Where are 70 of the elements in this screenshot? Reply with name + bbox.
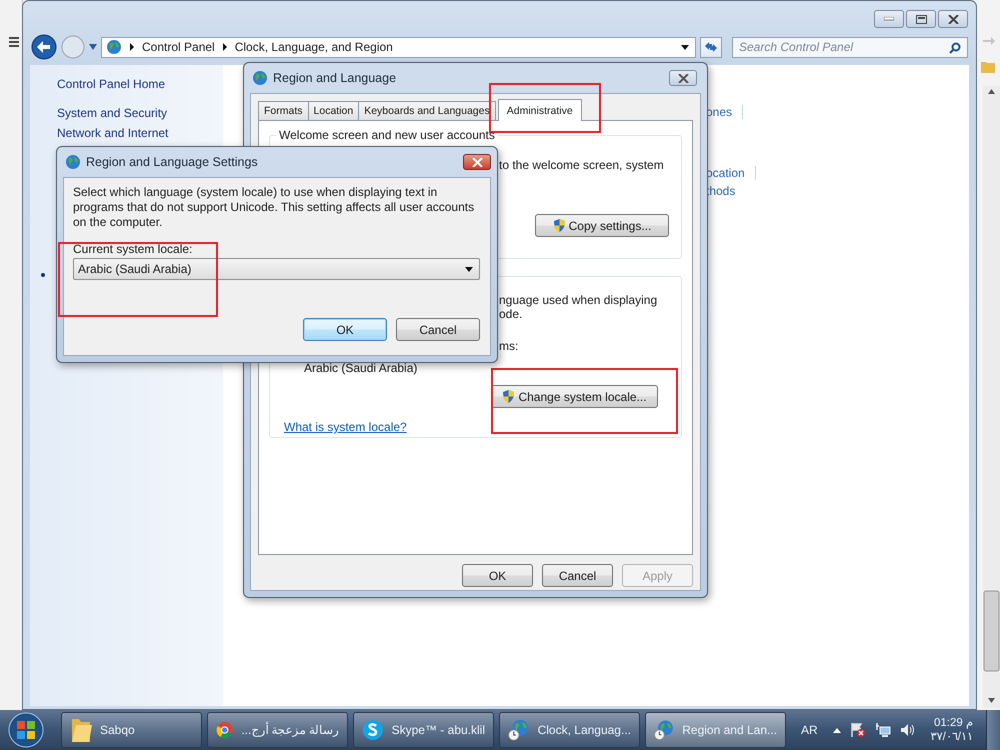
taskbar-button[interactable]: Sabqo — [61, 712, 202, 748]
menu-icon[interactable] — [9, 37, 19, 47]
close-icon — [678, 74, 688, 82]
dialog-button[interactable]: OK — [462, 564, 533, 587]
maximize-button[interactable] — [906, 10, 936, 28]
search-field[interactable]: Search Control Panel — [732, 36, 968, 58]
scrollbar-drawing[interactable] — [983, 86, 1000, 708]
dialog-button[interactable]: Cancel — [396, 318, 480, 341]
group-text: to the welcome screen, system — [499, 158, 665, 172]
group-title: Welcome screen and new user accounts — [276, 128, 498, 142]
taskbar-button[interactable]: Clock, Languag... — [499, 712, 640, 748]
caret-icon — [681, 44, 689, 50]
maximize-icon — [916, 14, 926, 24]
tab[interactable]: Location — [308, 101, 360, 120]
group-text: nguage used when displaying — [499, 293, 658, 307]
help-link[interactable]: What is system locale? — [284, 420, 407, 434]
speaker-icon[interactable] — [900, 722, 916, 738]
skype-icon — [362, 717, 384, 743]
caret-icon — [465, 266, 473, 272]
sidebar-link[interactable]: System and Security — [57, 103, 223, 123]
tab[interactable]: Formats — [258, 101, 309, 120]
dialog-title: Region and Language Settings — [86, 155, 258, 169]
close-button[interactable] — [463, 154, 491, 170]
field-label: Current system locale: — [73, 242, 194, 256]
chevron-icon — [129, 43, 135, 51]
control-panel-icon — [106, 39, 122, 55]
search-icon[interactable] — [949, 42, 961, 54]
shield-icon — [502, 389, 516, 404]
locale-value: Arabic (Saudi Arabia) — [304, 361, 418, 375]
globe-icon — [252, 70, 268, 86]
close-icon — [472, 158, 482, 166]
dialog-button[interactable]: OK — [303, 318, 387, 341]
back-button[interactable] — [31, 34, 57, 60]
globe-icon — [65, 154, 81, 170]
minimize-icon — [884, 17, 894, 21]
list-bullet — [41, 273, 45, 277]
chevron-icon — [222, 43, 228, 51]
sidebar-link[interactable]: Control Panel Home — [57, 74, 223, 94]
locale-dropdown[interactable]: Arabic (Saudi Arabia) — [73, 258, 480, 280]
close-icon — [948, 14, 958, 24]
close-button[interactable] — [669, 70, 697, 86]
clock-time[interactable]: 01:29 م — [934, 716, 973, 730]
tab[interactable]: Keyboards and Languages — [358, 101, 496, 120]
history-caret-icon[interactable] — [89, 44, 97, 50]
network-icon[interactable] — [874, 722, 891, 738]
breadcrumb-item[interactable]: Clock, Language, and Region — [234, 40, 393, 54]
refresh-icon — [704, 41, 718, 53]
dialog-button[interactable]: Cancel — [542, 564, 613, 587]
copy-settings-button[interactable]: Copy settings... — [535, 214, 669, 237]
close-button[interactable] — [938, 10, 968, 28]
flag-icon[interactable] — [850, 722, 866, 738]
refresh-button[interactable] — [700, 36, 722, 58]
taskbar-button[interactable]: رسالة مزعجة أرج... — [207, 712, 348, 748]
group-text: ode. — [499, 307, 524, 321]
breadcrumb-item[interactable]: Control Panel — [142, 40, 215, 54]
minimize-button[interactable] — [874, 10, 904, 28]
dialog-title: Region and Language — [273, 71, 396, 85]
change-locale-button[interactable]: Change system locale... — [491, 385, 658, 408]
description-text: Select which language (system locale) to use when displaying text in programs that do not support Unicode. This setting affects all user accounts on the computer. — [73, 185, 476, 230]
address-bar[interactable]: Control Panel Clock, Language, and Region — [101, 36, 696, 58]
tray-caret-icon[interactable] — [832, 728, 841, 732]
sidebar-link[interactable]: Network and Internet — [57, 123, 223, 143]
shield-icon — [552, 218, 566, 233]
clock-date[interactable]: ٣٧/٠٦/١١ — [930, 730, 973, 744]
taskbar-button[interactable]: Skype™ - abu.klil — [353, 712, 494, 748]
show-desktop-button[interactable] — [986, 710, 1000, 750]
tab[interactable]: Administrative — [498, 99, 582, 121]
language-indicator[interactable]: AR — [800, 723, 818, 737]
folder-icon — [70, 717, 92, 743]
group-text: ms: — [499, 339, 520, 353]
